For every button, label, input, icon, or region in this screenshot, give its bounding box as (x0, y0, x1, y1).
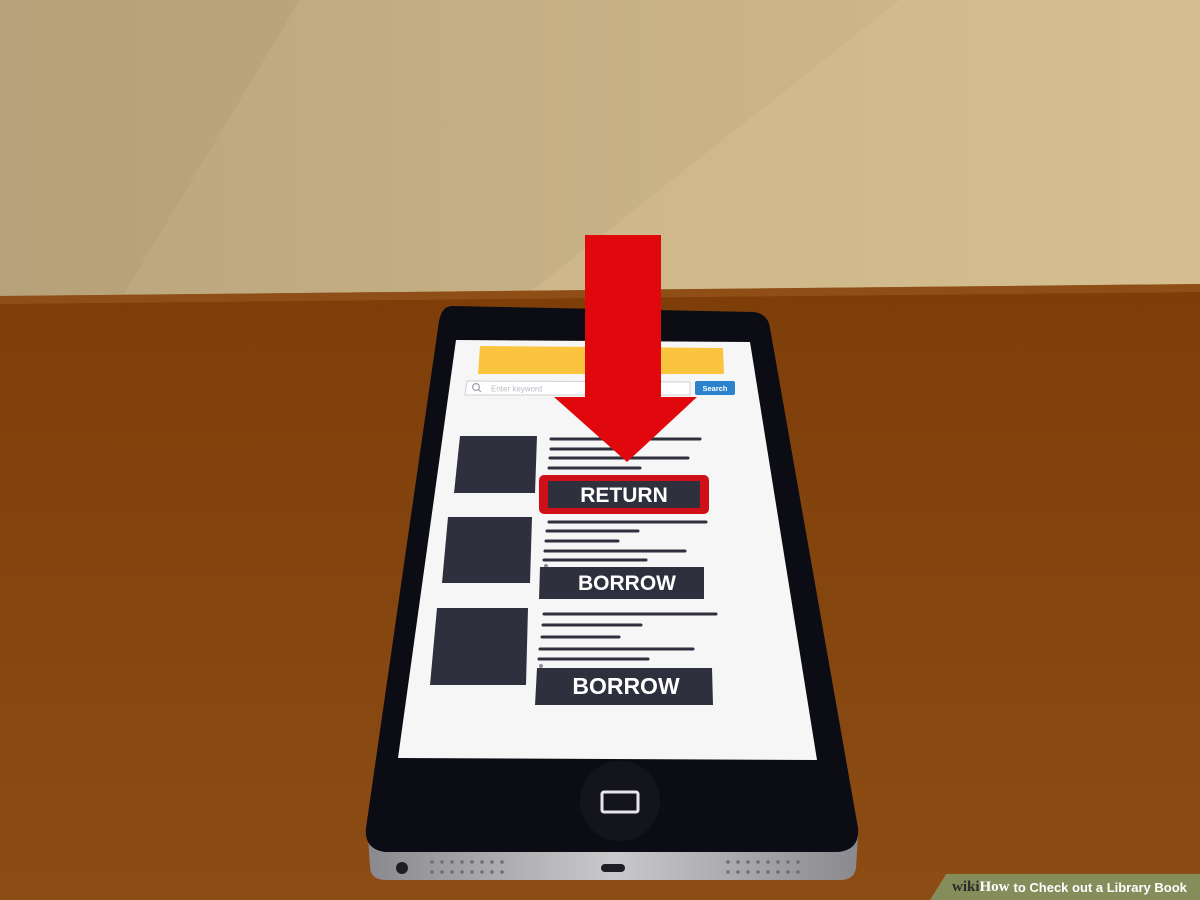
return-button[interactable]: RETURN (548, 481, 700, 508)
home-button-icon[interactable] (580, 761, 660, 841)
watermark-brand-how: How (979, 878, 1010, 895)
borrow-button-label: BORROW (578, 572, 676, 595)
borrow-button[interactable]: BORROW (539, 567, 704, 599)
search-placeholder: Enter keyword (491, 385, 542, 394)
list-bullet (539, 664, 543, 668)
book-thumbnail (430, 608, 528, 685)
illustration: Enter keyword Search RETURN BORROW BORRO… (0, 0, 1200, 900)
borrow-button[interactable]: BORROW (535, 668, 713, 705)
book-thumbnail (454, 436, 537, 493)
charging-port (601, 864, 625, 872)
borrow-button-label: BORROW (572, 673, 680, 699)
search-button-label: Search (702, 384, 727, 393)
watermark-brand-wiki: wiki (952, 878, 980, 895)
watermark-title: to Check out a Library Book (1013, 879, 1187, 895)
headphone-jack (396, 862, 408, 874)
watermark: wiki How to Check out a Library Book (930, 874, 1200, 900)
search-button[interactable]: Search (695, 381, 735, 395)
return-button-label: RETURN (580, 484, 668, 507)
book-thumbnail (442, 517, 532, 583)
